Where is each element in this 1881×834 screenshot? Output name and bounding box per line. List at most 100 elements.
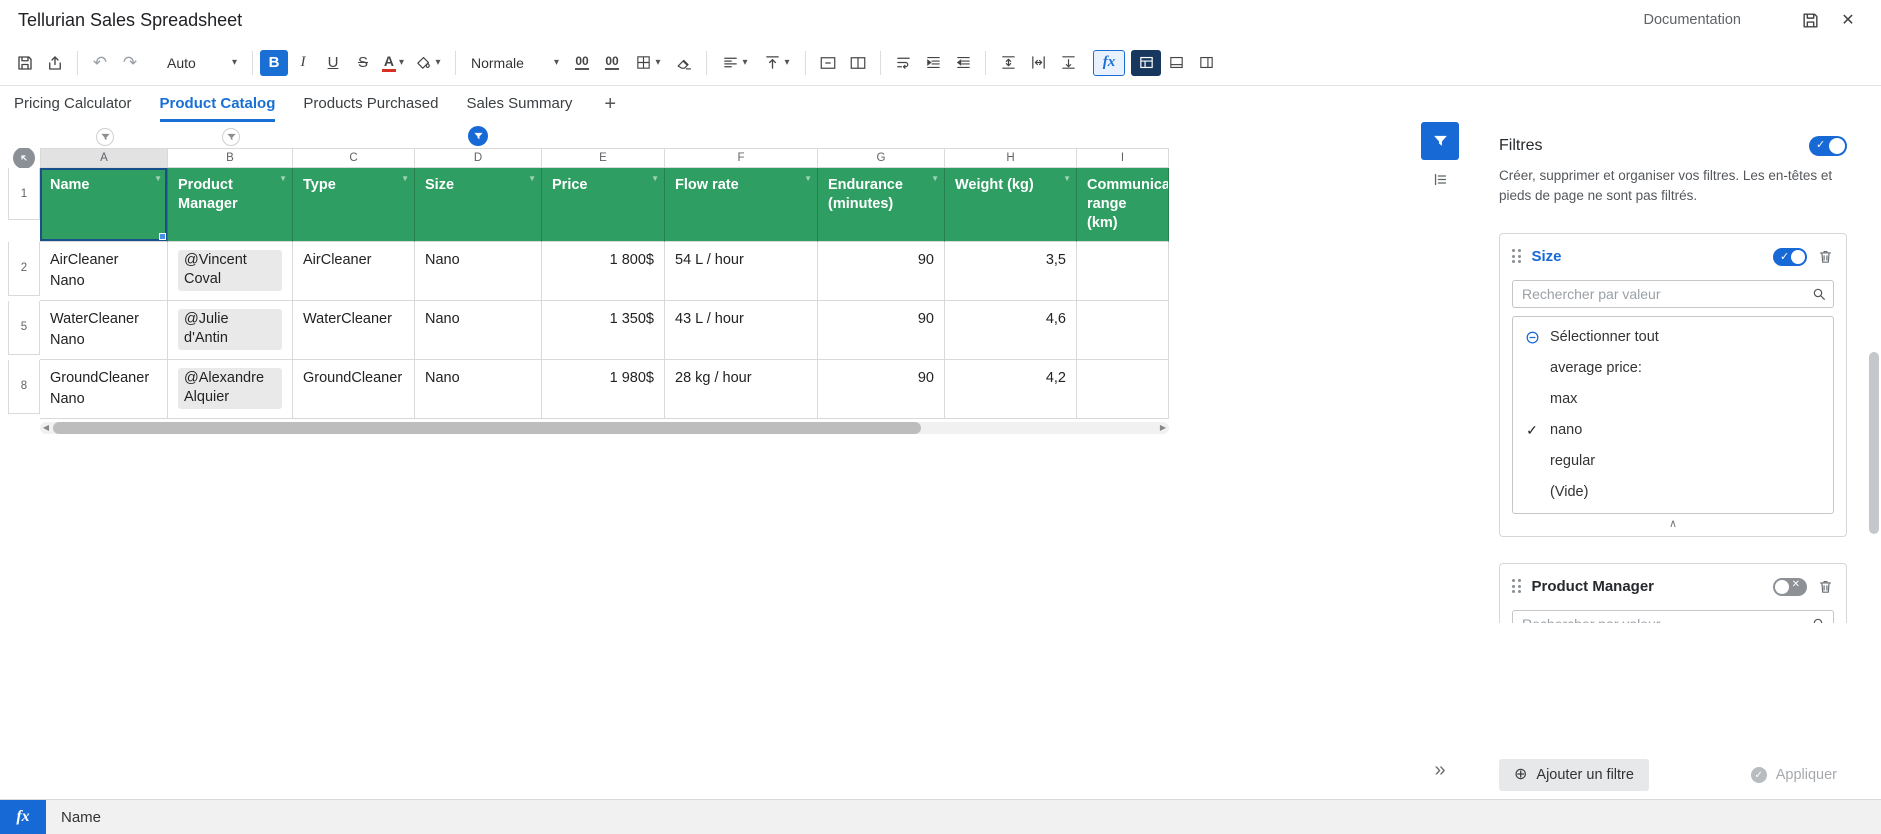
horizontal-align-button[interactable]: ▾ xyxy=(714,49,756,77)
cell-price[interactable]: 1 980$ xyxy=(542,360,665,419)
formula-bar-toggle-button[interactable]: fx xyxy=(1093,50,1125,76)
filter-option-nano[interactable]: ✓ nano xyxy=(1513,415,1833,446)
cell-product-manager[interactable]: @Alexandre Alquier xyxy=(168,360,293,419)
row-number[interactable]: 2 xyxy=(8,242,40,296)
undo-icon[interactable]: ↶ xyxy=(85,49,115,77)
header-cell-communication-range[interactable]: Communication range (km) xyxy=(1077,168,1169,242)
filter-option-regular[interactable]: regular xyxy=(1513,446,1833,477)
tab-product-catalog[interactable]: Product Catalog xyxy=(160,86,276,122)
selection-handle[interactable] xyxy=(159,233,166,240)
trash-icon[interactable] xyxy=(1817,578,1834,595)
borders-button[interactable]: ▾ xyxy=(627,49,669,77)
bold-button[interactable]: B xyxy=(260,50,288,76)
cell-price[interactable]: 1 800$ xyxy=(542,242,665,301)
drag-handle-icon[interactable] xyxy=(1512,249,1522,264)
scroll-left-icon[interactable]: ◀ xyxy=(40,423,52,432)
autofit-size-icon[interactable] xyxy=(1053,49,1083,77)
filter-search-input[interactable] xyxy=(1512,610,1834,623)
decrease-indent-icon[interactable] xyxy=(948,49,978,77)
column-header-d[interactable]: D xyxy=(415,148,542,168)
cell-price[interactable]: 1 350$ xyxy=(542,301,665,360)
filter-option-select-all[interactable]: Sélectionner tout xyxy=(1513,322,1833,353)
select-all-icon[interactable] xyxy=(13,148,35,168)
tab-pricing-calculator[interactable]: Pricing Calculator xyxy=(14,86,132,122)
filter-search-input[interactable] xyxy=(1512,280,1834,308)
column-header-a[interactable]: A xyxy=(40,148,168,168)
scroll-right-icon[interactable]: ▶ xyxy=(1157,423,1169,432)
column-header-e[interactable]: E xyxy=(542,148,665,168)
merge-cells-icon[interactable] xyxy=(813,49,843,77)
close-icon[interactable]: ✕ xyxy=(1833,5,1863,35)
increase-indent-icon[interactable] xyxy=(918,49,948,77)
outline-panel-tab-icon[interactable] xyxy=(1421,160,1459,198)
cell-endurance[interactable]: 90 xyxy=(818,242,945,301)
filter-size-toggle[interactable]: ✓ xyxy=(1773,248,1807,266)
footer-view-icon[interactable] xyxy=(1161,49,1191,77)
cell-product-manager[interactable]: @Vincent Coval xyxy=(168,242,293,301)
redo-icon[interactable]: ↷ xyxy=(115,49,145,77)
filter-panel-tab-icon[interactable] xyxy=(1421,122,1459,160)
row-height-icon[interactable] xyxy=(993,49,1023,77)
mention-chip[interactable]: @Vincent Coval xyxy=(178,250,282,291)
filter-option-average-price[interactable]: average price: xyxy=(1513,353,1833,384)
mention-chip[interactable]: @Alexandre Alquier xyxy=(178,368,282,409)
column-width-icon[interactable] xyxy=(1023,49,1053,77)
underline-button[interactable]: U xyxy=(318,49,348,77)
strikethrough-button[interactable]: S xyxy=(348,49,378,77)
italic-button[interactable]: I xyxy=(288,49,318,77)
header-cell-price[interactable]: Price▼ xyxy=(542,168,665,242)
header-cell-product-manager[interactable]: Product Manager▼ xyxy=(168,168,293,242)
cell-flow-rate[interactable]: 43 L / hour xyxy=(665,301,818,360)
header-cell-endurance[interactable]: Endurance (minutes)▼ xyxy=(818,168,945,242)
cell-size[interactable]: Nano xyxy=(415,360,542,419)
increase-decimal-icon[interactable]: 00 xyxy=(597,49,627,77)
cell-endurance[interactable]: 90 xyxy=(818,360,945,419)
cell-flow-rate[interactable]: 28 kg / hour xyxy=(665,360,818,419)
cell-size[interactable]: Nano xyxy=(415,242,542,301)
cell-weight[interactable]: 3,5 xyxy=(945,242,1077,301)
filters-master-toggle[interactable]: ✓ xyxy=(1809,136,1847,156)
save-icon[interactable] xyxy=(1795,5,1825,35)
filter-option-vide[interactable]: (Vide) xyxy=(1513,477,1833,508)
collapse-panel-icon[interactable]: » xyxy=(1428,758,1451,783)
column-header-g[interactable]: G xyxy=(818,148,945,168)
filter-product-manager-toggle[interactable]: ✕ xyxy=(1773,578,1807,596)
cell-type[interactable]: GroundCleaner xyxy=(293,360,415,419)
header-cell-type[interactable]: Type▼ xyxy=(293,168,415,242)
cell-product-manager[interactable]: @Julie d'Antin xyxy=(168,301,293,360)
column-header-c[interactable]: C xyxy=(293,148,415,168)
row-number[interactable]: 8 xyxy=(8,360,40,414)
row-number[interactable]: 5 xyxy=(8,301,40,355)
side-pane-view-icon[interactable] xyxy=(1191,49,1221,77)
save-icon[interactable] xyxy=(10,49,40,77)
add-sheet-button[interactable]: + xyxy=(600,86,620,122)
cell-size[interactable]: Nano xyxy=(415,301,542,360)
filter-funnel-icon-column-a[interactable] xyxy=(96,128,114,146)
decrease-decimal-icon[interactable]: 00 xyxy=(567,49,597,77)
wrap-text-icon[interactable] xyxy=(888,49,918,77)
horizontal-scrollbar[interactable]: ◀ ▶ xyxy=(40,422,1169,434)
select-all-corner[interactable] xyxy=(8,148,40,168)
drag-handle-icon[interactable] xyxy=(1512,579,1522,594)
tab-products-purchased[interactable]: Products Purchased xyxy=(303,86,438,122)
apply-button[interactable]: ✓ Appliquer xyxy=(1741,759,1847,791)
header-cell-weight[interactable]: Weight (kg)▼ xyxy=(945,168,1077,242)
filter-option-max[interactable]: max xyxy=(1513,384,1833,415)
cell-communication-range[interactable] xyxy=(1077,360,1169,419)
header-cell-flow-rate[interactable]: Flow rate▼ xyxy=(665,168,818,242)
cell-communication-range[interactable] xyxy=(1077,301,1169,360)
scrollbar-thumb[interactable] xyxy=(1869,352,1879,534)
column-header-i[interactable]: I xyxy=(1077,148,1169,168)
number-format-select[interactable]: Normale ▾ xyxy=(463,49,567,77)
font-size-select[interactable]: Auto ▾ xyxy=(159,49,245,77)
column-header-b[interactable]: B xyxy=(168,148,293,168)
documentation-link[interactable]: Documentation xyxy=(1643,12,1741,28)
cell-weight[interactable]: 4,6 xyxy=(945,301,1077,360)
filter-funnel-icon-column-b[interactable] xyxy=(222,128,240,146)
font-color-button[interactable]: A ▾ xyxy=(378,49,408,77)
cell-communication-range[interactable] xyxy=(1077,242,1169,301)
active-filter-funnel-icon-column-d[interactable] xyxy=(468,126,488,146)
share-icon[interactable] xyxy=(40,49,70,77)
row-number[interactable]: 1 xyxy=(8,168,40,220)
mention-chip[interactable]: @Julie d'Antin xyxy=(178,309,282,350)
